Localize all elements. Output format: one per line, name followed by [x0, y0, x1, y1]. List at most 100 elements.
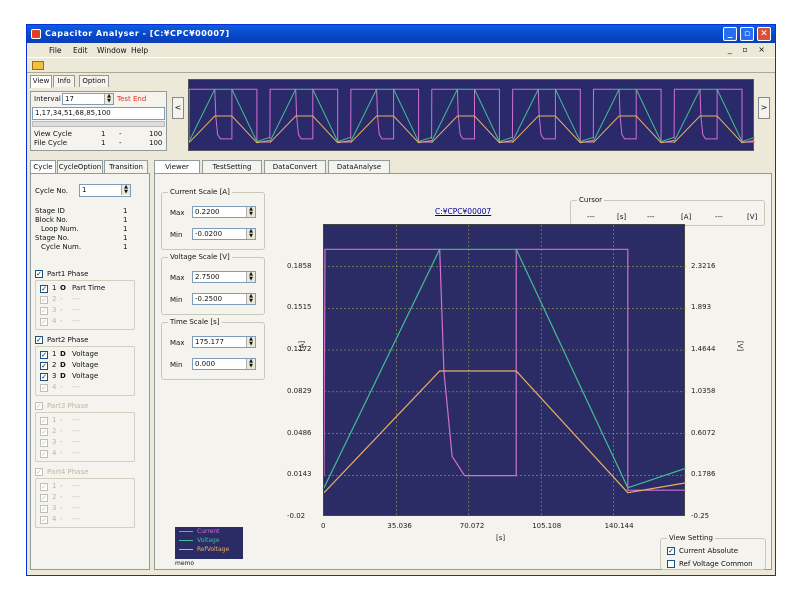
spin-arrows-icon[interactable]: ▲ ▼: [121, 185, 130, 195]
cycles-list-value: 1,17,34,51,68,85,100: [35, 109, 111, 117]
phase-row-checkbox[interactable]: ✓: [40, 373, 48, 381]
current-max-stepper[interactable]: 0.2200 ▲ ▼: [192, 206, 256, 218]
phase-row-code: -: [60, 416, 63, 424]
phase-row-checkbox[interactable]: ✓: [40, 428, 48, 436]
tab-data-convert[interactable]: DataConvert: [264, 160, 326, 173]
time-max-stepper[interactable]: 175.177 ▲ ▼: [192, 336, 256, 348]
tab-cycle-option[interactable]: CycleOption: [57, 160, 103, 173]
phase-row-checkbox[interactable]: ✓: [40, 307, 48, 315]
spin-arrows-icon[interactable]: ▲ ▼: [246, 294, 255, 304]
tab-transition[interactable]: Transition: [104, 160, 148, 173]
ref-voltage-common-checkbox[interactable]: [667, 560, 675, 568]
spin-arrows-icon[interactable]: ▲ ▼: [246, 207, 255, 217]
phase-row-checkbox[interactable]: ✓: [40, 516, 48, 524]
x-tick-label: 0: [321, 522, 326, 530]
info-value: 1: [123, 243, 128, 251]
phase-row-checkbox[interactable]: ✓: [40, 494, 48, 502]
current-max-value: 0.2200: [195, 208, 220, 216]
tab-option[interactable]: Option: [79, 75, 109, 87]
phase-row-code: -: [60, 295, 63, 303]
phase-checkbox[interactable]: ✓: [35, 402, 43, 410]
phase-row-code: D: [60, 361, 66, 369]
phase-row-name: Voltage: [72, 361, 99, 369]
next-cycles-button[interactable]: >: [758, 97, 770, 119]
phase-row-checkbox[interactable]: ✓: [40, 362, 48, 370]
close-button[interactable]: ✕: [757, 27, 771, 41]
phase-row-checkbox[interactable]: ✓: [40, 296, 48, 304]
overview-voltage-line: [350, 88, 432, 143]
phase-row-checkbox[interactable]: ✓: [40, 285, 48, 293]
phase-row-checkbox[interactable]: ✓: [40, 318, 48, 326]
time-max-value: 175.177: [195, 338, 224, 346]
tab-viewer[interactable]: Viewer: [154, 160, 200, 174]
menu-file[interactable]: File: [49, 46, 62, 55]
cycles-scrollbar[interactable]: [32, 121, 165, 127]
phase-row-name: ---: [72, 515, 80, 523]
chart-legend: Current Voltage RefVoltage: [175, 527, 243, 559]
current-min-stepper[interactable]: -0.0200 ▲ ▼: [192, 228, 256, 240]
y-right-tick-label: 1.0358: [691, 386, 716, 395]
info-value: 1: [123, 225, 128, 233]
maximize-button[interactable]: ▫: [740, 27, 754, 41]
view-cycle-from: 1: [101, 130, 106, 138]
spin-arrows-icon[interactable]: ▲ ▼: [104, 94, 113, 104]
cycle-no-stepper[interactable]: 1 ▲ ▼: [79, 184, 131, 197]
phase-row-name: ---: [72, 482, 80, 490]
open-folder-icon[interactable]: [32, 61, 44, 70]
minimize-button[interactable]: _: [723, 27, 737, 41]
tab-info[interactable]: Info: [53, 75, 75, 87]
phase-row-checkbox[interactable]: ✓: [40, 450, 48, 458]
phase-row-name: ---: [72, 317, 80, 325]
phase-row-num: 3: [52, 306, 57, 314]
mdi-controls[interactable]: _ ▫ ×: [728, 45, 769, 54]
phase-row-num: 4: [52, 449, 57, 457]
y-right-tick-label: 1.4644: [691, 345, 716, 354]
current-min-value: -0.0200: [195, 230, 223, 238]
menu-window[interactable]: Window: [97, 46, 127, 55]
phase-row-checkbox[interactable]: ✓: [40, 439, 48, 447]
legend-current-swatch: [179, 531, 193, 532]
toolbar: [27, 57, 775, 73]
current-scale-title: Current Scale [A]: [168, 188, 232, 196]
tab-data-analyse[interactable]: DataAnalyse: [328, 160, 390, 173]
app-icon: [31, 29, 41, 39]
cycle-tab-panel: Cycle No. 1 ▲ ▼ Stage ID 1 Block No. 1 Loop N…: [30, 173, 150, 570]
legend-voltage-swatch: [179, 540, 193, 541]
voltage-max-stepper[interactable]: 2.7500 ▲ ▼: [192, 271, 256, 283]
spin-arrows-icon[interactable]: ▲ ▼: [246, 272, 255, 282]
phase-row-code: -: [60, 482, 63, 490]
phase-checkbox[interactable]: ✓: [35, 270, 43, 278]
menu-edit[interactable]: Edit: [73, 46, 88, 55]
x-tick-label: 35.036: [387, 522, 412, 530]
interval-stepper[interactable]: 17 ▲ ▼: [62, 93, 114, 105]
phase-row-checkbox[interactable]: ✓: [40, 351, 48, 359]
voltage-min-value: -0.2500: [195, 295, 223, 303]
phase-checkbox[interactable]: ✓: [35, 336, 43, 344]
spin-arrows-icon[interactable]: ▲ ▼: [246, 359, 255, 369]
tab-test-setting[interactable]: TestSetting: [202, 160, 262, 173]
waveform-plot[interactable]: [323, 224, 686, 517]
phase-row-checkbox[interactable]: ✓: [40, 384, 48, 392]
phase-group: ✓ 1- --- ✓ 2- --- ✓ 3- --- ✓ 4- ---: [35, 478, 135, 528]
spin-arrows-icon[interactable]: ▲ ▼: [246, 337, 255, 347]
voltage-scale-title: Voltage Scale [V]: [168, 253, 232, 261]
tab-view[interactable]: View: [30, 75, 52, 88]
current-absolute-checkbox[interactable]: ✓: [667, 547, 675, 555]
spin-arrows-icon[interactable]: ▲ ▼: [246, 229, 255, 239]
cursor-time-value: ---: [587, 213, 595, 221]
view-cycle-sep: -: [119, 130, 122, 138]
phase-row-num: 1: [52, 350, 57, 358]
menu-help[interactable]: Help: [131, 46, 148, 55]
phase-row-checkbox[interactable]: ✓: [40, 417, 48, 425]
cycle-no-label: Cycle No.: [35, 187, 68, 195]
prev-cycles-button[interactable]: <: [172, 97, 184, 119]
cycles-list-input[interactable]: 1,17,34,51,68,85,100: [32, 107, 165, 120]
file-path-link[interactable]: C:¥CPC¥00007: [435, 207, 491, 216]
voltage-min-stepper[interactable]: -0.2500 ▲ ▼: [192, 293, 256, 305]
phase-checkbox[interactable]: ✓: [35, 468, 43, 476]
tab-cycle[interactable]: Cycle: [30, 160, 56, 173]
time-scale-title: Time Scale [s]: [168, 318, 222, 326]
phase-row-checkbox[interactable]: ✓: [40, 505, 48, 513]
time-min-stepper[interactable]: 0.000 ▲ ▼: [192, 358, 256, 370]
phase-row-checkbox[interactable]: ✓: [40, 483, 48, 491]
